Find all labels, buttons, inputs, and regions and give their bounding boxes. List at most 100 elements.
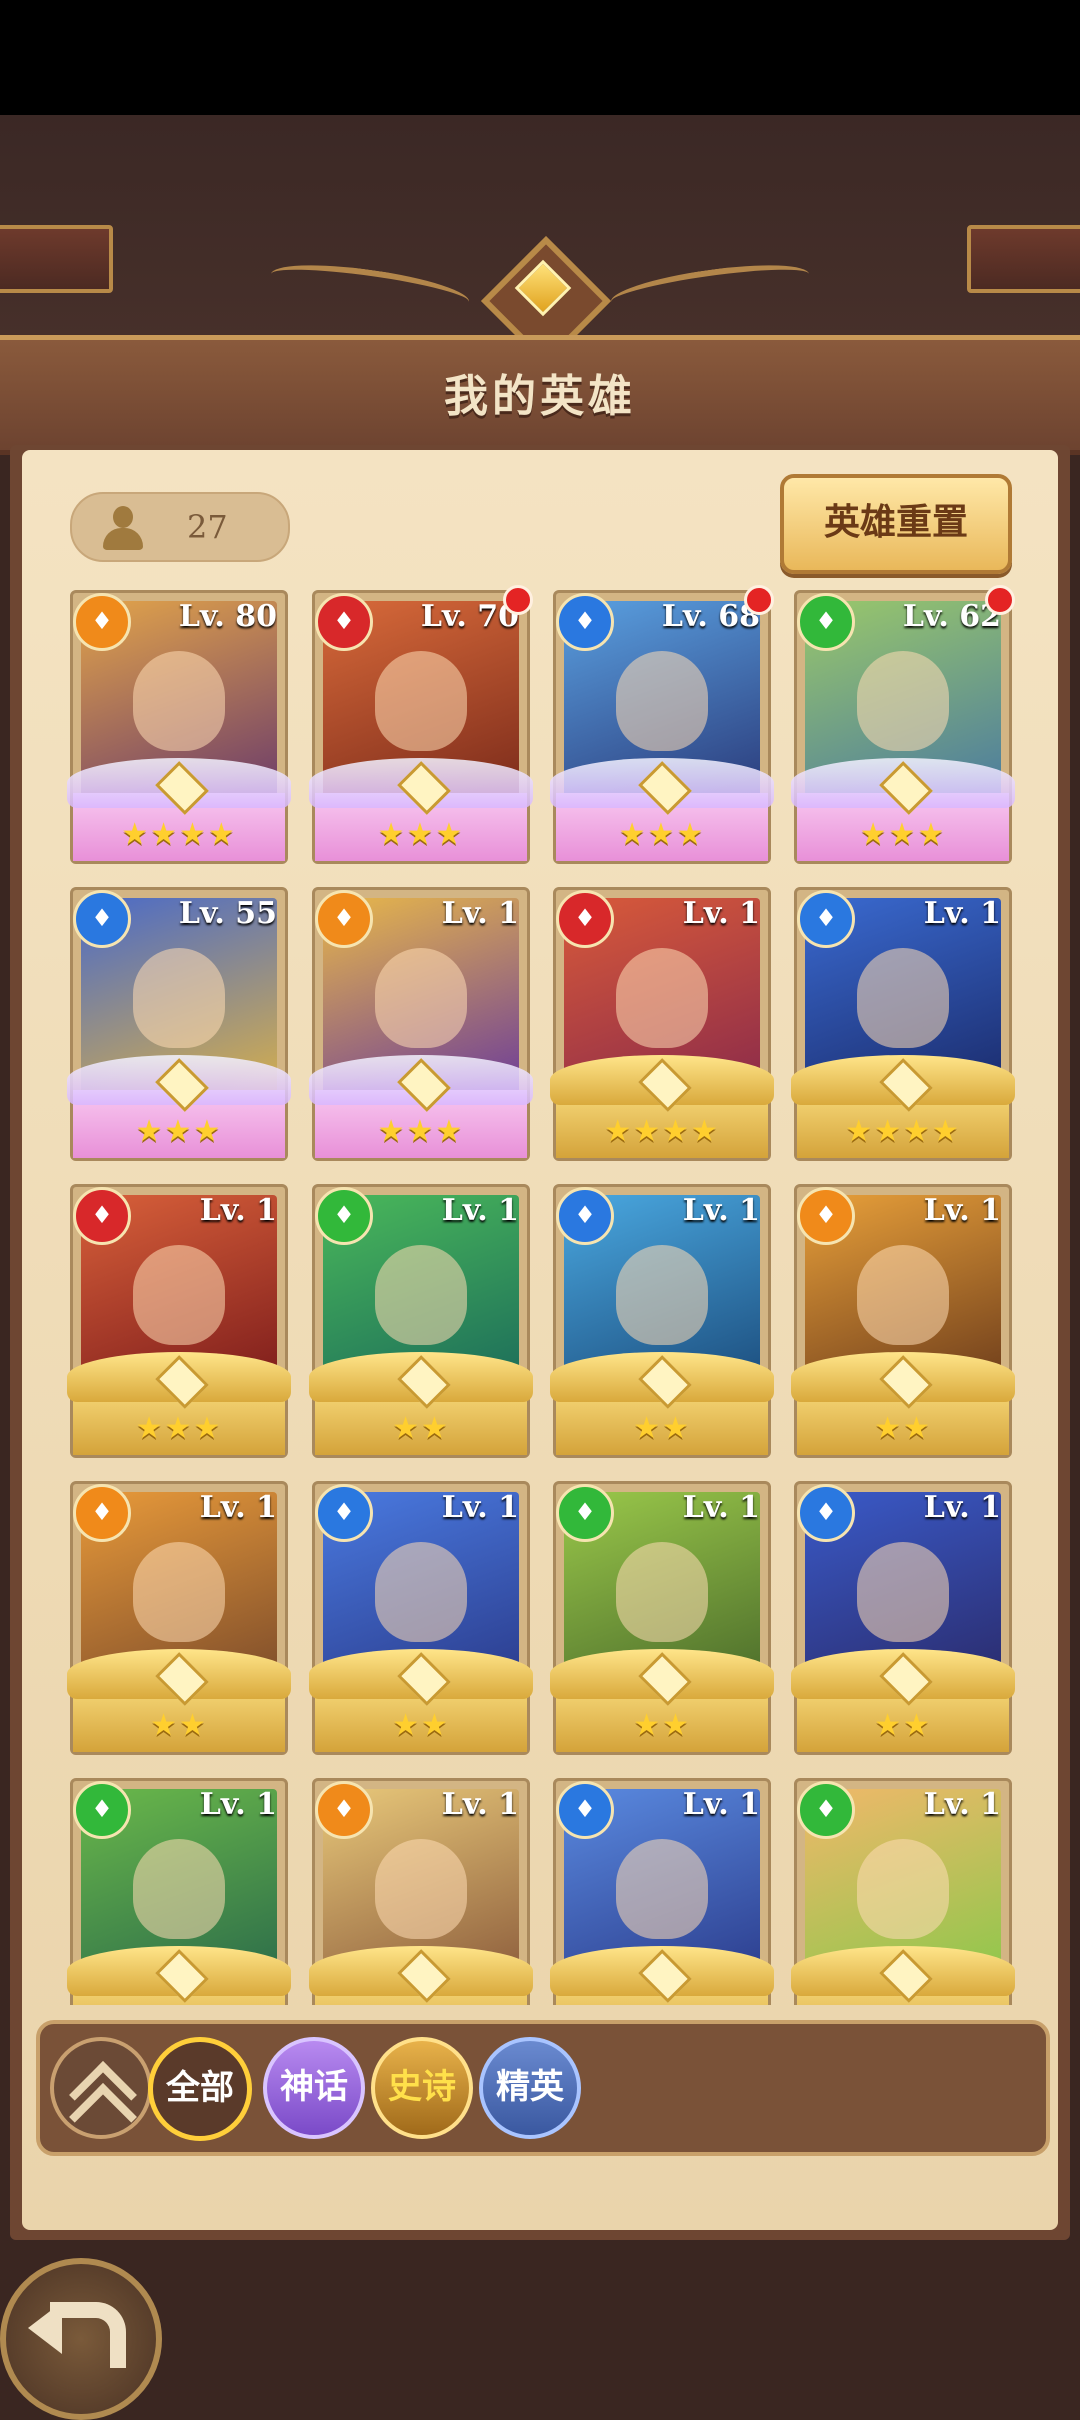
hero-card[interactable]: ★★ Lv. 1 ♦: [550, 1184, 774, 1458]
orange-faction-icon: ♦: [315, 1781, 373, 1839]
orange-faction-icon: ♦: [73, 1484, 131, 1542]
star-rating: ★★: [392, 1708, 450, 1743]
hero-count: 27: [187, 508, 228, 546]
hero-face: [616, 1542, 708, 1642]
hero-face: [616, 1245, 708, 1345]
hero-card[interactable]: ★★ Lv. 1 ♦: [550, 1481, 774, 1755]
hero-count-badge: 27: [70, 492, 290, 562]
back-button[interactable]: [0, 2258, 162, 2420]
hero-card[interactable]: Lv. 1 ♦: [791, 1778, 1015, 2005]
blue-faction-icon: ♦: [556, 593, 614, 651]
hero-level: Lv. 55: [178, 896, 277, 931]
hero-level: Lv. 1: [923, 1490, 1001, 1525]
hero-card[interactable]: ★★★ Lv. 1 ♦: [67, 1184, 291, 1458]
filter-all-button[interactable]: 全部: [148, 2037, 252, 2141]
filter-mythic-button[interactable]: 神话: [263, 2037, 365, 2139]
hero-card[interactable]: ★★ Lv. 1 ♦: [791, 1481, 1015, 1755]
right-ornament: [967, 225, 1080, 293]
star-rating: ★★★★: [121, 817, 237, 852]
notification-dot: [744, 585, 774, 615]
hero-level: Lv. 1: [199, 1193, 277, 1228]
star-rating: ★★: [874, 1411, 932, 1446]
hero-face: [857, 1542, 949, 1642]
hero-card[interactable]: Lv. 1 ♦: [550, 1778, 774, 2005]
star-rating: ★★: [633, 1708, 691, 1743]
red-faction-icon: ♦: [73, 1187, 131, 1245]
status-bar: [0, 0, 1080, 115]
blue-faction-icon: ♦: [73, 890, 131, 948]
green-faction-icon: ♦: [73, 1781, 131, 1839]
red-faction-icon: ♦: [315, 593, 373, 651]
green-faction-icon: ♦: [315, 1187, 373, 1245]
hero-face: [375, 1839, 467, 1939]
hero-card[interactable]: ★★★ Lv. 68 ♦: [550, 585, 774, 864]
hero-face: [857, 948, 949, 1048]
hero-face: [857, 651, 949, 751]
user-icon: [102, 506, 144, 550]
back-arrow-head-icon: [28, 2302, 62, 2354]
red-faction-icon: ♦: [556, 890, 614, 948]
star-rating: ★★★: [859, 817, 947, 852]
filter-epic-button[interactable]: 史诗: [371, 2037, 473, 2139]
hero-level: Lv. 80: [178, 599, 277, 634]
hero-card[interactable]: ★★★★ Lv. 1 ♦: [791, 887, 1015, 1161]
hero-card[interactable]: ★★★ Lv. 62 ♦: [791, 585, 1015, 864]
hero-face: [133, 948, 225, 1048]
hero-reset-button[interactable]: 英雄重置: [780, 474, 1012, 574]
page-title: 我的英雄: [444, 371, 636, 422]
hero-level: Lv. 1: [441, 1193, 519, 1228]
star-rating: ★★★: [377, 817, 465, 852]
hero-face: [616, 1839, 708, 1939]
hero-level: Lv. 1: [682, 1787, 760, 1822]
filter-elite-button[interactable]: 精英: [479, 2037, 581, 2139]
hero-face: [616, 948, 708, 1048]
hero-face: [616, 651, 708, 751]
star-rating: ★★★: [618, 817, 706, 852]
hero-card[interactable]: ★★★ Lv. 70 ♦: [309, 585, 533, 864]
hero-card[interactable]: ★★ Lv. 1 ♦: [791, 1184, 1015, 1458]
hero-card[interactable]: ★★★ Lv. 55 ♦: [67, 887, 291, 1161]
orange-faction-icon: ♦: [315, 890, 373, 948]
hero-level: Lv. 1: [923, 896, 1001, 931]
hero-face: [133, 651, 225, 751]
hero-face: [857, 1245, 949, 1345]
star-rating: ★★★: [135, 1411, 223, 1446]
hero-face: [375, 1245, 467, 1345]
star-rating: ★★: [633, 1411, 691, 1446]
hero-card[interactable]: Lv. 1 ♦: [309, 1778, 533, 2005]
hero-face: [133, 1839, 225, 1939]
hero-card[interactable]: ★★ Lv. 1 ♦: [309, 1184, 533, 1458]
hero-level: Lv. 1: [923, 1787, 1001, 1822]
orange-faction-icon: ♦: [797, 1187, 855, 1245]
hero-level: Lv. 1: [441, 896, 519, 931]
star-rating: ★★★★: [845, 1114, 961, 1149]
hero-face: [375, 948, 467, 1048]
hero-face: [133, 1245, 225, 1345]
blue-faction-icon: ♦: [797, 890, 855, 948]
star-rating: ★★★: [377, 1114, 465, 1149]
collapse-button[interactable]: [50, 2037, 152, 2151]
hero-card[interactable]: ★★ Lv. 1 ♦: [309, 1481, 533, 1755]
green-faction-icon: ♦: [556, 1484, 614, 1542]
hero-card[interactable]: Lv. 1 ♦: [67, 1778, 291, 2005]
hero-face: [375, 651, 467, 751]
notification-dot: [985, 585, 1015, 615]
hero-card[interactable]: ★★★★ Lv. 80 ♦: [67, 590, 291, 864]
hero-level: Lv. 1: [199, 1787, 277, 1822]
hero-level: Lv. 1: [682, 1193, 760, 1228]
star-rating: ★★★★: [604, 1114, 720, 1149]
blue-faction-icon: ♦: [797, 1484, 855, 1542]
orange-faction-icon: ♦: [73, 593, 131, 651]
star-rating: ★★★: [135, 1114, 223, 1149]
footer-background: [0, 2240, 1080, 2400]
notification-dot: [503, 585, 533, 615]
hero-card[interactable]: ★★ Lv. 1 ♦: [67, 1481, 291, 1755]
hero-card[interactable]: ★★★★ Lv. 1 ♦: [550, 887, 774, 1161]
hero-face: [133, 1542, 225, 1642]
star-rating: ★★: [150, 1708, 208, 1743]
hero-face: [375, 1542, 467, 1642]
hero-card[interactable]: ★★★ Lv. 1 ♦: [309, 887, 533, 1161]
hero-level: Lv. 1: [923, 1193, 1001, 1228]
hero-grid: ★★★★ Lv. 80 ♦ ★★★ Lv. 70 ♦ ★★★ Lv. 68 ♦ ★★★ Lv. 62…: [22, 580, 1058, 2005]
hero-level: Lv. 1: [682, 896, 760, 931]
